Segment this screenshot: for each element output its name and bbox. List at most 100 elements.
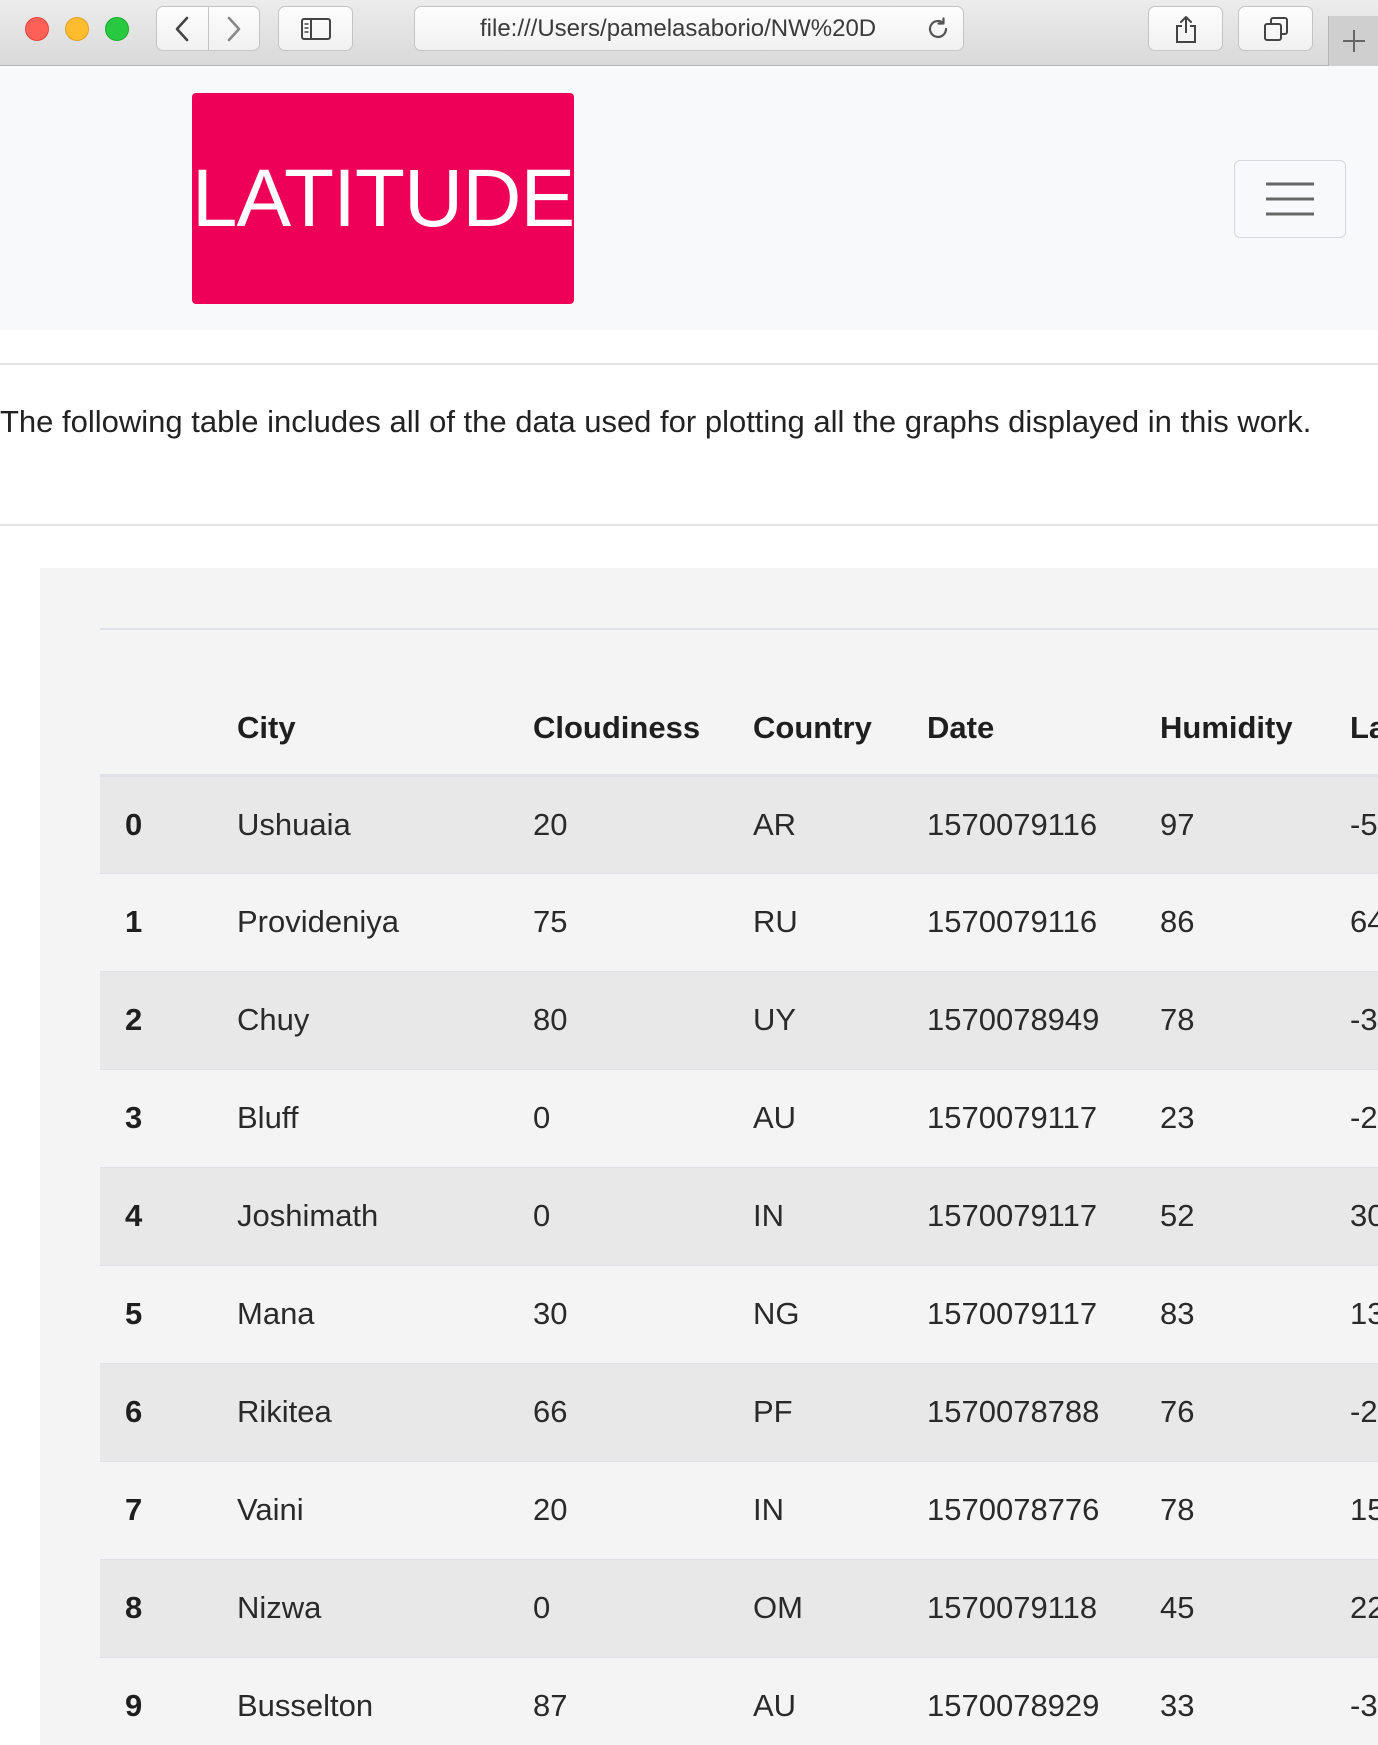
hamburger-menu-icon	[1266, 182, 1314, 216]
cell-city: Rikitea	[212, 1362, 508, 1461]
cell-lat: -2	[1325, 1068, 1378, 1167]
cell-index: 0	[100, 774, 212, 873]
cell-index: 1	[100, 872, 212, 971]
cell-lat: 30	[1325, 1166, 1378, 1265]
cell-lat: 64	[1325, 872, 1378, 971]
cell-city: Bluff	[212, 1068, 508, 1167]
share-icon	[1175, 15, 1196, 43]
share-button[interactable]	[1148, 6, 1223, 51]
reload-icon[interactable]	[925, 16, 951, 42]
cell-humidity: 86	[1135, 872, 1325, 971]
cell-city: Mana	[212, 1264, 508, 1363]
cell-index: 5	[100, 1264, 212, 1363]
table-row: 2 Chuy 80 UY 1570078949 78 -3	[100, 970, 1378, 1069]
cell-date: 1570079116	[902, 872, 1135, 971]
cell-country: PF	[728, 1362, 902, 1461]
chevron-left-icon	[175, 16, 189, 41]
minimize-window-button[interactable]	[65, 17, 89, 41]
column-header-country: Country	[728, 629, 902, 777]
table-row: 7Vaini20IN15700787767815	[100, 1460, 1378, 1559]
cell-humidity: 78	[1135, 970, 1325, 1069]
column-header-index	[100, 629, 212, 777]
cell-city: Joshimath	[212, 1166, 508, 1265]
data-table-container[interactable]: CityCloudinessCountryDateHumidityLa 0Ush…	[100, 629, 1378, 1745]
cell-cloudiness: 87	[508, 1656, 728, 1745]
cell-index: 6	[100, 1362, 212, 1461]
cell-city: Chuy	[212, 970, 508, 1069]
table-body: 0 Ushuaia 20 AR 1570079116 97 -5 1 Provideniya 75…	[100, 774, 1378, 1745]
cell-cloudiness: 66	[508, 1362, 728, 1461]
cell-lat: 22	[1325, 1558, 1378, 1657]
close-window-button[interactable]	[25, 17, 49, 41]
cell-date: 1570078949	[902, 970, 1135, 1069]
cell-date: 1570078929	[902, 1656, 1135, 1745]
table-row: 3 Bluff 0 AU 1570079117 23 -2	[100, 1068, 1378, 1167]
cell-index: 3	[100, 1068, 212, 1167]
divider	[0, 524, 1378, 526]
address-bar[interactable]: file:///Users/pamelasaborio/NW%20D	[414, 6, 964, 51]
zoom-window-button[interactable]	[105, 17, 129, 41]
divider	[0, 363, 1378, 365]
cell-humidity: 45	[1135, 1558, 1325, 1657]
cell-cloudiness: 30	[508, 1264, 728, 1363]
cell-country: RU	[728, 872, 902, 971]
cell-humidity: 23	[1135, 1068, 1325, 1167]
column-header-lat: La	[1325, 629, 1378, 777]
history-nav	[156, 6, 260, 51]
cell-lat: -5	[1325, 774, 1378, 873]
column-header-date: Date	[902, 629, 1135, 777]
cell-index: 7	[100, 1460, 212, 1559]
plus-icon	[1342, 30, 1365, 52]
cell-lat: -3	[1325, 970, 1378, 1069]
cell-cloudiness: 75	[508, 872, 728, 971]
cell-country: OM	[728, 1558, 902, 1657]
cell-cloudiness: 0	[508, 1166, 728, 1265]
cell-country: NG	[728, 1264, 902, 1363]
cell-date: 1570079116	[902, 774, 1135, 873]
cell-humidity: 78	[1135, 1460, 1325, 1559]
cell-date: 1570078788	[902, 1362, 1135, 1461]
cell-country: AR	[728, 774, 902, 873]
cell-humidity: 33	[1135, 1656, 1325, 1745]
cell-cloudiness: 0	[508, 1068, 728, 1167]
table-row: 9 Busselton 87 AU 1570078929 33 -3	[100, 1656, 1378, 1745]
brand-logo[interactable]: LATITUDE	[192, 93, 575, 304]
cell-city: Vaini	[212, 1460, 508, 1559]
cell-humidity: 83	[1135, 1264, 1325, 1363]
cell-date: 1570079117	[902, 1166, 1135, 1265]
column-header-cloudiness: Cloudiness	[508, 629, 728, 777]
tabs-overview-icon	[1263, 16, 1288, 41]
chevron-right-icon	[227, 16, 241, 41]
cell-lat: -3	[1325, 1656, 1378, 1745]
cell-humidity: 76	[1135, 1362, 1325, 1461]
cell-index: 8	[100, 1558, 212, 1657]
cell-country: UY	[728, 970, 902, 1069]
sidebar-toggle-button[interactable]	[278, 6, 353, 51]
cell-cloudiness: 20	[508, 774, 728, 873]
cell-lat: 15	[1325, 1460, 1378, 1559]
site-navbar: LATITUDE	[0, 66, 1378, 330]
back-button[interactable]	[157, 7, 208, 50]
show-tabs-button[interactable]	[1238, 6, 1313, 51]
cell-country: IN	[728, 1460, 902, 1559]
table-row: 1Provideniya75RU15700791168664	[100, 872, 1378, 971]
cell-humidity: 52	[1135, 1166, 1325, 1265]
cell-country: AU	[728, 1656, 902, 1745]
cell-city: Nizwa	[212, 1558, 508, 1657]
table-row: 6 Rikitea 66 PF 1570078788 76 -2	[100, 1362, 1378, 1461]
new-tab-button[interactable]	[1328, 16, 1378, 66]
cell-city: Provideniya	[212, 872, 508, 971]
cell-cloudiness: 80	[508, 970, 728, 1069]
cell-country: AU	[728, 1068, 902, 1167]
cell-city: Busselton	[212, 1656, 508, 1745]
cell-date: 1570079117	[902, 1068, 1135, 1167]
table-row: 5Mana30NG15700791178313	[100, 1264, 1378, 1363]
cell-city: Ushuaia	[212, 774, 508, 873]
table-header-row: CityCloudinessCountryDateHumidityLa	[100, 629, 1378, 777]
cell-index: 9	[100, 1656, 212, 1745]
cell-index: 4	[100, 1166, 212, 1265]
navbar-toggle-button[interactable]	[1234, 160, 1346, 238]
cell-country: IN	[728, 1166, 902, 1265]
forward-button[interactable]	[207, 7, 260, 50]
table-row: 0 Ushuaia 20 AR 1570079116 97 -5	[100, 774, 1378, 873]
